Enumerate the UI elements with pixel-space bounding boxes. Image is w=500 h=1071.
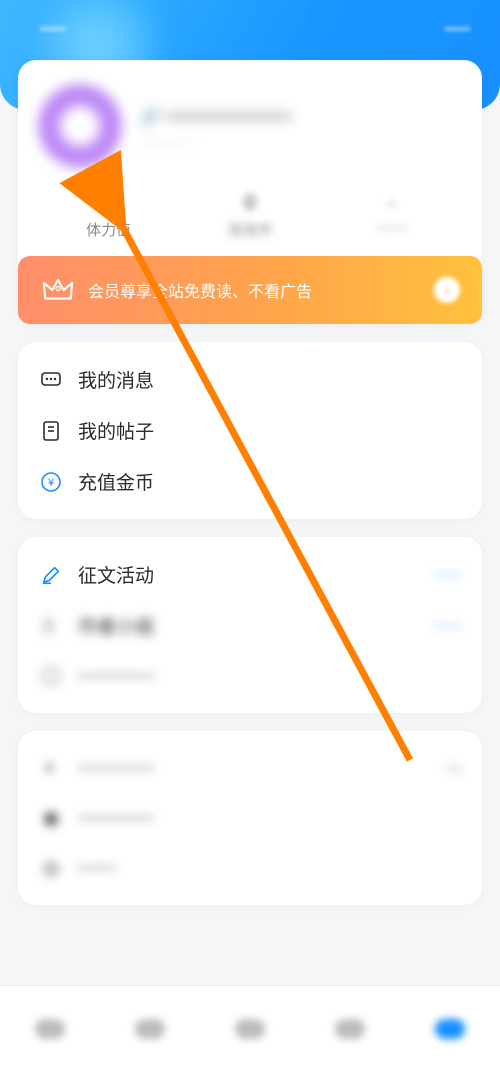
menu-label: ————: [78, 757, 154, 779]
menu-my-posts[interactable]: 我的帖子: [38, 413, 462, 448]
menu-mode[interactable]: ◐ ———— —: [38, 751, 462, 785]
profile-header[interactable]: —————— ————: [38, 84, 462, 168]
nav-home[interactable]: [30, 1009, 70, 1049]
stat-stamina[interactable]: 0 体力值: [38, 192, 179, 240]
stat-value: 0: [179, 192, 320, 215]
menu-label: 作者小组: [78, 612, 154, 639]
svg-text:¥: ¥: [47, 477, 55, 489]
stat-label: 体力值: [38, 219, 179, 240]
menu-recharge-coins[interactable]: ¥ 充值金币: [38, 464, 462, 499]
stat-other[interactable]: - ——: [321, 192, 462, 240]
menu-label: 我的帖子: [78, 417, 154, 444]
menu-author-misc[interactable]: ————: [38, 659, 462, 693]
vip-trailing-icon: ›: [434, 277, 460, 303]
misc-icon: [38, 663, 64, 689]
post-icon: [38, 418, 64, 444]
username: ——————: [140, 104, 292, 128]
menu-right-text: ——: [432, 617, 462, 634]
vip-banner[interactable]: 会员尊享全站免费读、不看广告 ›: [18, 256, 482, 324]
nav-center[interactable]: [230, 1009, 270, 1049]
stat-label: ——: [321, 219, 462, 236]
coin-icon: ¥: [38, 469, 64, 495]
nav-me[interactable]: [430, 1009, 470, 1049]
menu-my-messages[interactable]: 我的消息: [38, 362, 462, 397]
menu-right-text: —: [447, 760, 462, 777]
nav-write[interactable]: [330, 1009, 370, 1049]
pencil-icon: [38, 562, 64, 588]
stat-label: 泡泡币: [179, 219, 320, 240]
menu-essay-event[interactable]: 征文活动 ——: [38, 557, 462, 592]
mode-icon: ◐: [38, 755, 64, 781]
message-icon: [38, 367, 64, 393]
status-left: ••••••: [40, 22, 65, 36]
stat-value: -: [321, 192, 462, 215]
avatar[interactable]: [38, 84, 122, 168]
set-icon: ◎: [38, 855, 64, 881]
menu-label: 我的消息: [78, 366, 154, 393]
menu-group-author: 征文活动 —— 作者小组 —— ————: [18, 537, 482, 713]
stats-row: 0 体力值 0 泡泡币 - ——: [38, 192, 462, 244]
menu-group-settings: ◐ ———— — ◉ ———— ◎ ——: [18, 731, 482, 905]
bottom-nav: [0, 985, 500, 1071]
menu-label: ————: [78, 665, 154, 687]
stat-paopao[interactable]: 0 泡泡币: [179, 192, 320, 240]
menu-label: ——: [78, 857, 116, 879]
menu-label: ————: [78, 807, 154, 829]
author-icon: [38, 613, 64, 639]
menu-label: 征文活动: [78, 561, 154, 588]
crown-icon: [40, 272, 76, 308]
net-icon: ◉: [38, 805, 64, 831]
menu-author-group[interactable]: 作者小组 ——: [38, 608, 462, 643]
menu-group-account: 我的消息 我的帖子 ¥ 充值金币: [18, 342, 482, 519]
stat-value: 0: [38, 192, 179, 215]
menu-label: 充值金币: [78, 468, 154, 495]
menu-set[interactable]: ◎ ——: [38, 851, 462, 885]
status-right: ••••••: [445, 22, 470, 36]
user-subline: ————: [140, 134, 292, 149]
nav-shelf[interactable]: [130, 1009, 170, 1049]
menu-right-text: ——: [432, 566, 462, 583]
menu-net[interactable]: ◉ ————: [38, 801, 462, 835]
vip-text: 会员尊享全站免费读、不看广告: [88, 278, 422, 302]
profile-card: —————— ———— 0 体力值 0 泡泡币 - —— 会员尊享全站免费读、不…: [18, 60, 482, 324]
